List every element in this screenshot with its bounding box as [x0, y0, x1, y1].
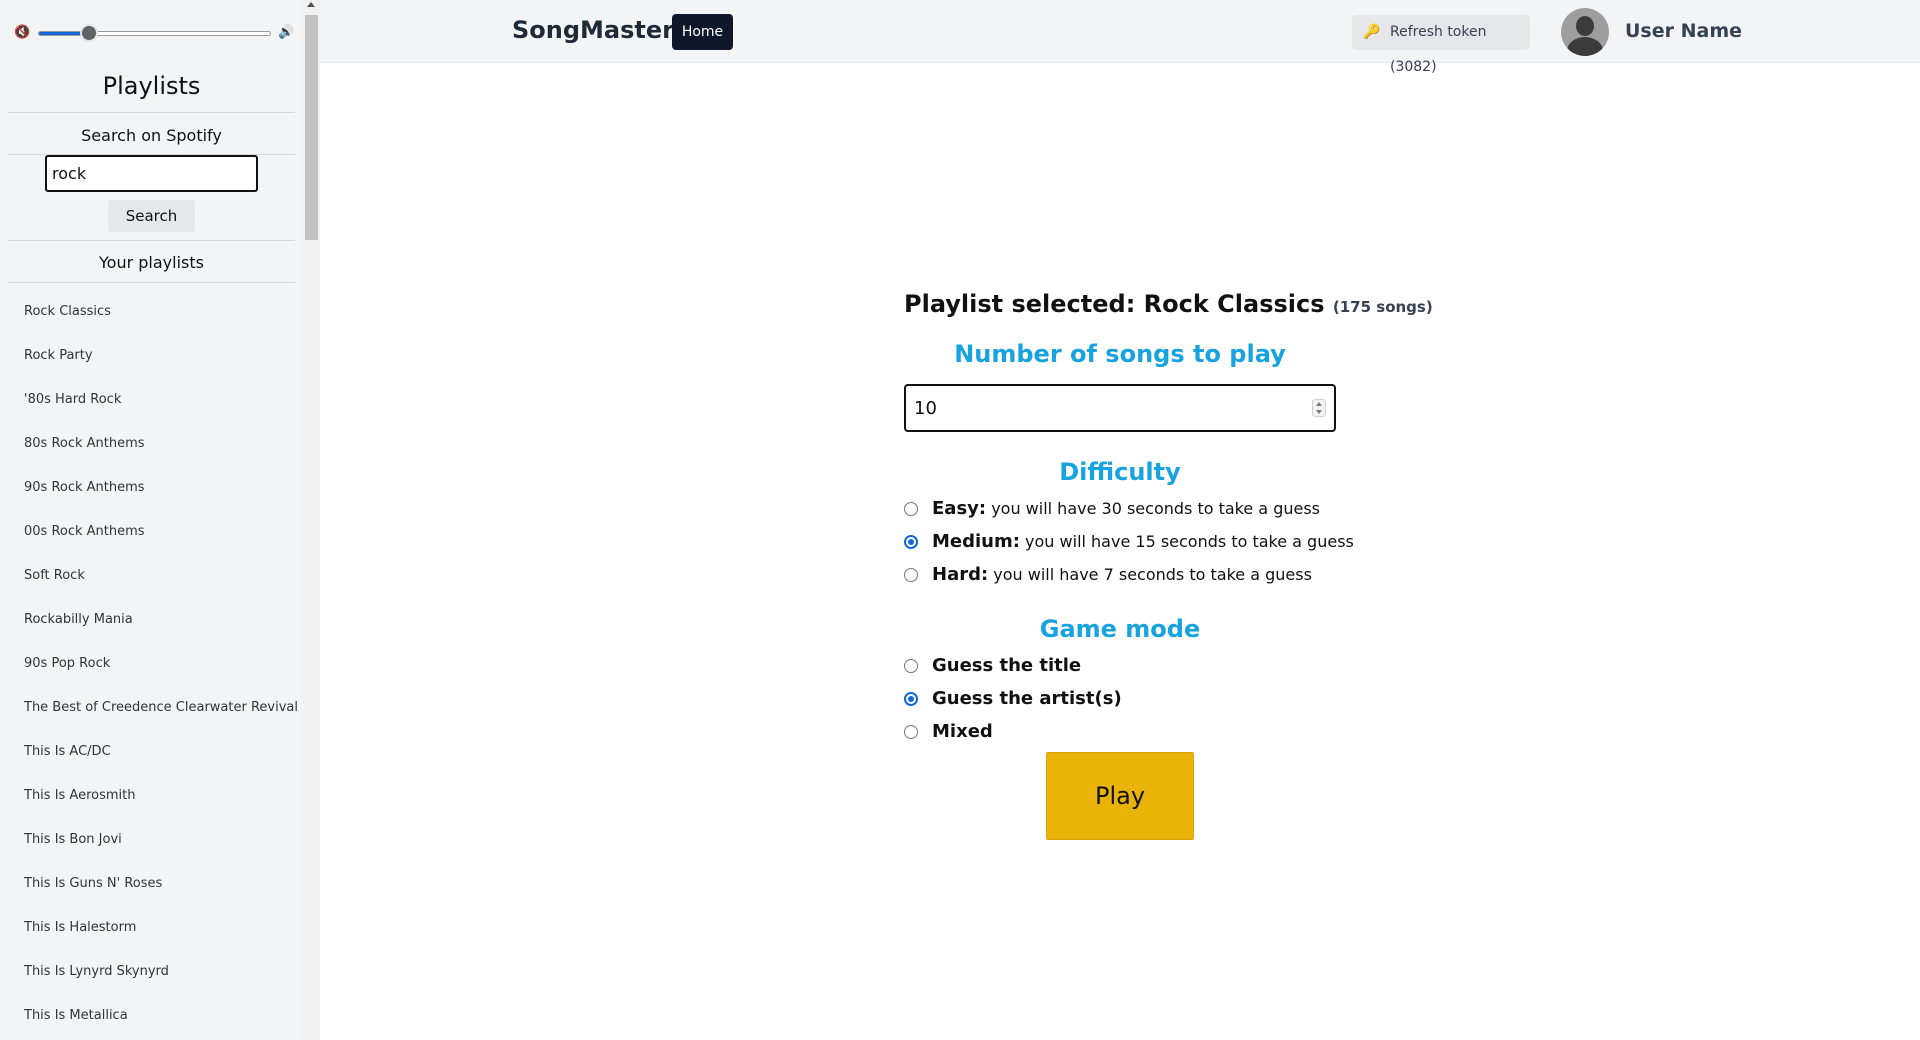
- songs-count-title: Number of songs to play: [954, 340, 1286, 368]
- scroll-up-icon[interactable]: [307, 2, 315, 7]
- playlist-item[interactable]: 90s Pop Rock: [0, 642, 303, 686]
- scrollbar-thumb[interactable]: [305, 15, 318, 240]
- playlist-item[interactable]: Rockabilly Mania: [0, 598, 303, 642]
- playlist-item[interactable]: 80s Rock Anthems: [0, 422, 303, 466]
- app-title[interactable]: SongMaster: [512, 16, 674, 44]
- volume-slider-handle[interactable]: [80, 24, 99, 42]
- difficulty-options: Easy: you will have 30 seconds to take a…: [904, 492, 1354, 591]
- refresh-token-label: Refresh token (3082): [1390, 24, 1487, 75]
- user-silhouette-icon: [1576, 16, 1594, 36]
- volume-control: 🔇 🔊: [14, 22, 296, 44]
- difficulty-option-description: you will have 7 seconds to take a guess: [993, 565, 1312, 584]
- avatar[interactable]: [1561, 8, 1609, 56]
- playlist-item[interactable]: This Is Lynyrd Skynyrd: [0, 950, 303, 994]
- your-playlists-heading: Your playlists: [99, 253, 204, 272]
- divider: [8, 282, 295, 283]
- difficulty-option[interactable]: Medium: you will have 15 seconds to take…: [904, 525, 1354, 558]
- radio-button[interactable]: [904, 659, 918, 673]
- number-stepper-icon[interactable]: [1312, 399, 1326, 417]
- difficulty-option-label: Hard:: [932, 564, 989, 585]
- refresh-token-button[interactable]: 🔑 Refresh token (3082): [1352, 15, 1530, 75]
- difficulty-option-label: Medium:: [932, 531, 1020, 552]
- songs-count-input[interactable]: [914, 386, 1294, 430]
- playlist-item[interactable]: This Is Aerosmith: [0, 774, 303, 818]
- playlist-item[interactable]: Soft Rock: [0, 554, 303, 598]
- speaker-loud-icon[interactable]: 🔊: [278, 25, 294, 40]
- playlist-item[interactable]: The Best of Creedence Clearwater Revival: [0, 686, 303, 730]
- game-mode-option-label: Guess the title: [932, 655, 1082, 676]
- game-setup-panel: Playlist selected: Rock Classics (175 so…: [904, 290, 1433, 840]
- game-mode-option[interactable]: Guess the title: [904, 649, 1336, 682]
- radio-button[interactable]: [904, 502, 918, 516]
- game-mode-option[interactable]: Guess the artist(s): [904, 682, 1336, 715]
- sidebar-scrollbar[interactable]: [303, 0, 320, 1040]
- divider: [8, 240, 295, 241]
- playlist-song-count: (175 songs): [1332, 298, 1433, 316]
- play-button[interactable]: Play: [1046, 752, 1194, 840]
- playlist-item[interactable]: Rock Classics: [0, 290, 303, 334]
- search-input[interactable]: [45, 155, 258, 192]
- playlist-item[interactable]: This Is Halestorm: [0, 906, 303, 950]
- divider: [8, 112, 295, 113]
- difficulty-option-label: Easy:: [932, 498, 987, 519]
- difficulty-option[interactable]: Easy: you will have 30 seconds to take a…: [904, 492, 1336, 525]
- playlist-item[interactable]: This Is AC/DC: [0, 730, 303, 774]
- difficulty-option-description: you will have 15 seconds to take a guess: [1025, 532, 1354, 551]
- radio-button[interactable]: [904, 725, 918, 739]
- playlist-list: Rock Classics Rock Party '80s Hard Rock 80s…: [0, 290, 303, 1038]
- game-mode-option-label: Guess the artist(s): [932, 688, 1122, 709]
- playlist-selected-heading: Playlist selected: Rock Classics (175 so…: [904, 290, 1433, 318]
- sidebar-title: Playlists: [102, 72, 201, 100]
- playlist-item[interactable]: This Is Bon Jovi: [0, 818, 303, 862]
- game-mode-option[interactable]: Mixed: [904, 715, 1336, 748]
- top-bar: SongMaster Home 🔑 Refresh token (3082) U…: [320, 0, 1920, 75]
- search-button[interactable]: Search: [108, 200, 195, 232]
- difficulty-option[interactable]: Hard: you will have 7 seconds to take a …: [904, 558, 1336, 591]
- speaker-mute-icon[interactable]: 🔇: [14, 25, 30, 40]
- home-button[interactable]: Home: [672, 14, 733, 50]
- key-icon: 🔑: [1363, 24, 1381, 40]
- user-name[interactable]: User Name: [1625, 20, 1742, 42]
- sidebar: 🔇 🔊 Playlists Search on Spotify Search Y…: [0, 0, 303, 1040]
- playlist-item[interactable]: '80s Hard Rock: [0, 378, 303, 422]
- playlist-item[interactable]: This Is Metallica: [0, 994, 303, 1038]
- playlist-item[interactable]: Rock Party: [0, 334, 303, 378]
- game-mode-options: Guess the title Guess the artist(s) Mixed: [904, 649, 1336, 748]
- game-mode-option-label: Mixed: [932, 721, 993, 742]
- search-heading: Search on Spotify: [81, 126, 222, 145]
- game-mode-title: Game mode: [1039, 615, 1201, 643]
- playlist-item[interactable]: 00s Rock Anthems: [0, 510, 303, 554]
- playlist-item[interactable]: 90s Rock Anthems: [0, 466, 303, 510]
- songs-count-field[interactable]: [904, 384, 1336, 432]
- volume-slider[interactable]: [38, 31, 271, 36]
- difficulty-option-description: you will have 30 seconds to take a guess: [991, 499, 1321, 518]
- playlist-selected-label: Playlist selected: Rock Classics: [904, 290, 1325, 318]
- radio-button[interactable]: [904, 568, 918, 582]
- difficulty-title: Difficulty: [1059, 458, 1181, 486]
- playlist-item[interactable]: This Is Guns N' Roses: [0, 862, 303, 906]
- radio-button[interactable]: [904, 692, 918, 706]
- radio-button[interactable]: [904, 535, 918, 549]
